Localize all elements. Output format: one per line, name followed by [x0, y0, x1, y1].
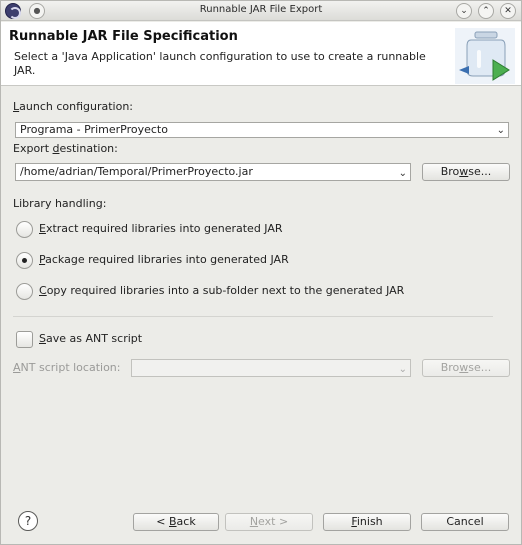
chevron-down-icon: ⌄	[460, 6, 468, 16]
chevron-down-icon: ⌄	[398, 364, 407, 375]
launch-configuration-select[interactable]: Programa - PrimerProyecto ⌄	[15, 122, 509, 138]
export-browse-button[interactable]: Browse...	[422, 163, 510, 181]
runnable-jar-export-dialog: ● Runnable JAR File Export ⌄ ⌃ ✕ Runnabl…	[0, 0, 522, 545]
extract-libraries-label[interactable]: Extract required libraries into generate…	[39, 222, 283, 235]
copy-libraries-label[interactable]: Copy required libraries into a sub-folde…	[39, 284, 404, 297]
jar-export-icon	[455, 28, 515, 84]
package-libraries-label[interactable]: Package required libraries into generate…	[39, 253, 289, 266]
export-destination-combo[interactable]: /home/adrian/Temporal/PrimerProyecto.jar…	[15, 163, 411, 181]
help-icon[interactable]: ?	[18, 511, 38, 531]
cancel-button[interactable]: Cancel	[421, 513, 509, 531]
chevron-up-icon: ⌃	[482, 6, 490, 16]
wizard-header: Runnable JAR File Specification Select a…	[1, 22, 521, 86]
close-icon: ✕	[504, 6, 512, 16]
title-bar: ● Runnable JAR File Export ⌄ ⌃ ✕	[1, 1, 521, 21]
save-ant-script-label[interactable]: Save as ANT script	[39, 332, 142, 345]
ant-script-location-combo[interactable]: ⌄	[131, 359, 411, 377]
ant-browse-button[interactable]: Browse...	[422, 359, 510, 377]
back-button[interactable]: < Back	[133, 513, 219, 531]
launch-configuration-label: Launch configuration:	[13, 100, 134, 113]
close-button[interactable]: ✕	[500, 3, 516, 19]
chevron-down-icon: ⌄	[496, 125, 505, 136]
ant-script-location-label: ANT script location:	[13, 361, 121, 374]
export-destination-value: /home/adrian/Temporal/PrimerProyecto.jar	[20, 165, 253, 178]
next-button[interactable]: Next >	[225, 513, 313, 531]
export-destination-label: Export destination:	[13, 142, 118, 155]
minimize-button[interactable]: ⌄	[456, 3, 472, 19]
launch-configuration-value: Programa - PrimerProyecto	[20, 123, 168, 136]
chevron-down-icon: ⌄	[398, 168, 407, 179]
finish-button[interactable]: Finish	[323, 513, 411, 531]
separator	[13, 316, 493, 317]
page-title: Runnable JAR File Specification	[9, 29, 238, 44]
window-title: Runnable JAR File Export	[199, 4, 323, 15]
package-libraries-radio[interactable]	[16, 252, 33, 269]
page-description: Select a 'Java Application' launch confi…	[14, 50, 426, 77]
copy-libraries-radio[interactable]	[16, 283, 33, 300]
save-ant-script-checkbox[interactable]	[16, 331, 33, 348]
library-handling-label: Library handling:	[13, 197, 107, 210]
extract-libraries-radio[interactable]	[16, 221, 33, 238]
maximize-button[interactable]: ⌃	[478, 3, 494, 19]
